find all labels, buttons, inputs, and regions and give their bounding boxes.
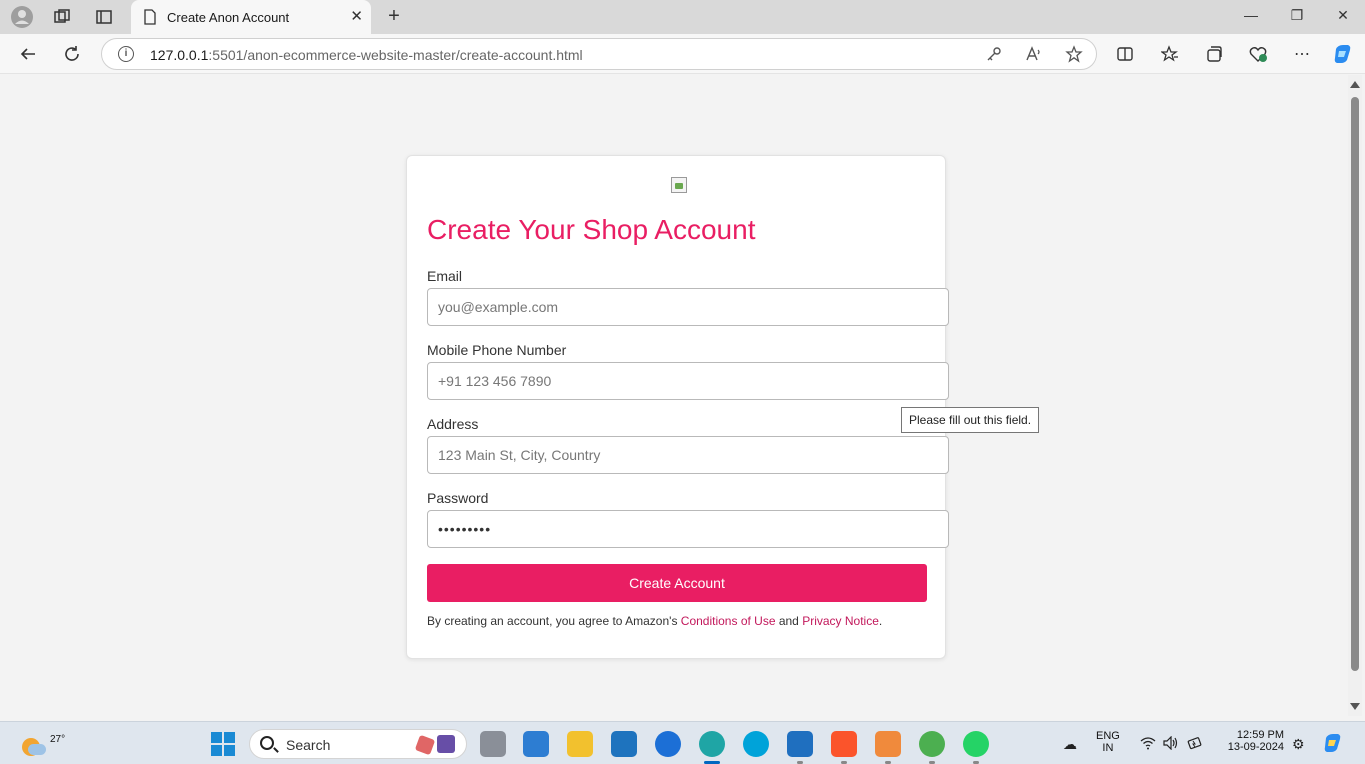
wifi-icon[interactable] [1140,736,1156,753]
email-label: Email [427,268,463,284]
refresh-icon[interactable] [60,42,84,66]
address-bar[interactable]: i 127.0.0.1:5501/anon-ecommerce-website-… [101,38,1097,70]
scroll-up-arrow-icon[interactable] [1350,81,1360,88]
scroll-down-arrow-icon[interactable] [1350,703,1360,710]
restore-button[interactable]: ❐ [1282,7,1312,24]
battery-icon[interactable] [1187,736,1203,753]
file-explorer-icon[interactable] [567,731,593,757]
site-info-icon[interactable]: i [118,46,134,62]
help-icon[interactable] [655,731,681,757]
phone-label: Mobile Phone Number [427,342,567,358]
broken-logo-image [671,177,687,193]
phone-field[interactable] [427,362,949,400]
close-tab-icon[interactable]: ✕ [350,7,363,25]
windows-taskbar: 27° Search ☁ ENG IN 12:59 PM 13-09-2024 ⚙ [0,721,1365,764]
search-placeholder: Search [286,737,331,753]
myhp-icon[interactable] [611,731,637,757]
url-text: 127.0.0.1:5501/anon-ecommerce-website-ma… [150,47,583,63]
read-aloud-icon[interactable] [1024,45,1044,65]
address-label: Address [427,416,479,432]
taskbar-search[interactable]: Search [249,729,467,759]
start-button[interactable] [211,732,235,756]
task-view-app-icon[interactable] [480,731,506,757]
split-screen-icon[interactable] [1113,42,1137,66]
key-icon[interactable] [984,45,1004,65]
close-window-button[interactable]: ✕ [1328,7,1358,24]
page-scrollbar[interactable] [1348,75,1362,716]
search-icon [260,736,274,750]
new-tab-button[interactable]: + [382,5,406,28]
language-indicator[interactable]: ENG IN [1096,730,1120,754]
onedrive-cloud-icon[interactable]: ☁ [1063,736,1077,753]
page-icon [144,9,156,25]
search-highlight-icon [415,735,461,755]
postman-icon[interactable] [875,731,901,757]
terms-text: By creating an account, you agree to Ama… [427,614,883,628]
vscode-icon[interactable] [787,731,813,757]
copilot-icon[interactable] [1331,42,1355,66]
browser-toolbar: i 127.0.0.1:5501/anon-ecommerce-website-… [0,34,1365,74]
profile-icon[interactable] [10,5,34,29]
collections-icon[interactable] [1202,42,1226,66]
email-field[interactable] [427,288,949,326]
weather-widget[interactable]: 27° [18,728,65,758]
workspaces-icon[interactable] [50,5,74,29]
favorite-star-icon[interactable] [1064,45,1084,65]
active-tab[interactable]: Create Anon Account ✕ [131,0,371,34]
password-field[interactable] [427,510,949,548]
conditions-of-use-link[interactable]: Conditions of Use [681,614,776,628]
back-icon[interactable] [16,42,40,66]
password-label: Password [427,490,489,506]
page-viewport: Create Your Shop Account Email Mobile Ph… [4,75,1347,716]
tab-title: Create Anon Account [167,9,290,25]
weather-temperature: 27° [50,734,66,745]
create-account-button[interactable]: Create Account [427,564,927,602]
browser-titlebar: Create Anon Account ✕ + — ❐ ✕ [0,0,1365,34]
scroll-thumb[interactable] [1351,97,1359,671]
whatsapp-icon[interactable] [963,731,989,757]
browser-essentials-icon[interactable] [1246,42,1270,66]
cloud-icon [28,744,46,755]
chrome-icon[interactable] [919,731,945,757]
brave-browser-icon[interactable] [831,731,857,757]
create-account-card: Create Your Shop Account Email Mobile Ph… [406,155,949,659]
microsoft-store-icon[interactable] [523,731,549,757]
cortana-icon[interactable] [743,731,769,757]
copilot-taskbar-icon[interactable] [1322,732,1346,757]
page-title: Create Your Shop Account [427,214,756,245]
minimize-button[interactable]: — [1236,7,1266,23]
favorites-icon[interactable] [1158,42,1182,66]
address-field[interactable] [427,436,949,474]
clock[interactable]: 12:59 PM 13-09-2024 [1220,729,1284,753]
more-menu-icon[interactable]: ⋯ [1290,42,1314,66]
privacy-notice-link[interactable]: Privacy Notice [802,614,879,628]
edge-browser-icon[interactable] [699,731,725,757]
tab-actions-icon[interactable] [92,5,116,29]
validation-tooltip: Please fill out this field. [901,407,1040,433]
volume-icon[interactable] [1163,735,1179,753]
settings-gear-icon[interactable]: ⚙ [1292,736,1305,753]
